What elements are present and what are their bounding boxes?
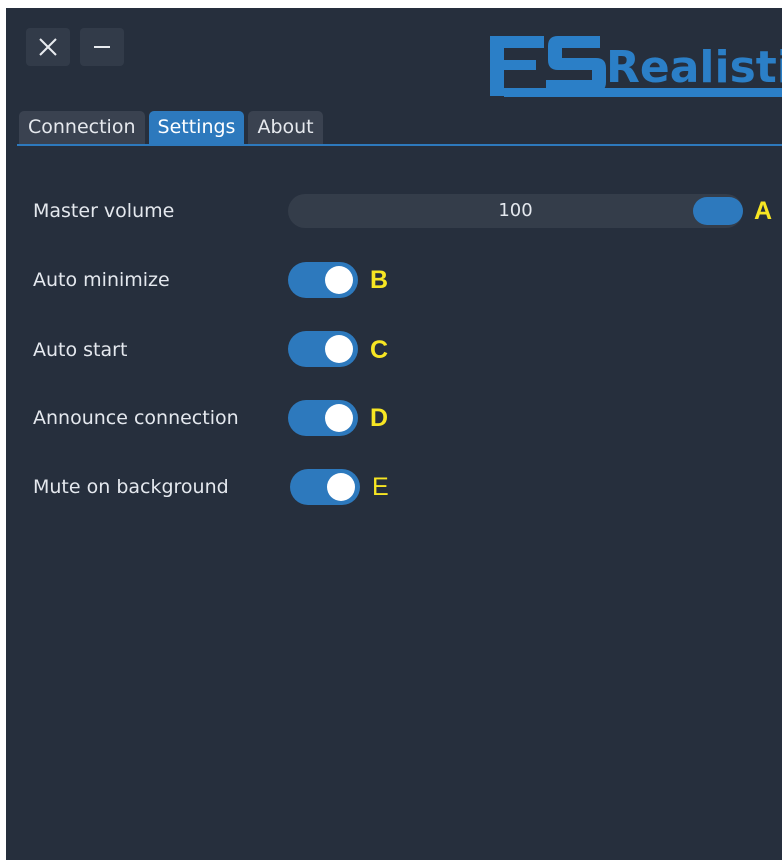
toggle-knob: [325, 266, 353, 294]
announce-connection-label: Announce connection: [33, 407, 239, 429]
toggle-knob: [325, 404, 353, 432]
toggle-knob: [327, 473, 355, 501]
tab-connection[interactable]: Connection: [19, 111, 145, 144]
auto-minimize-toggle[interactable]: [288, 262, 358, 298]
master-volume-slider[interactable]: 100: [288, 194, 743, 228]
tab-settings[interactable]: Settings: [148, 111, 245, 144]
annotation-d: D: [370, 404, 389, 432]
minimize-button[interactable]: [80, 28, 124, 66]
logo-text: Realistic: [606, 42, 782, 93]
minimize-icon: [94, 46, 110, 48]
fsrealistic-logo: Realistic: [488, 30, 782, 102]
master-volume-label: Master volume: [33, 200, 175, 222]
close-icon: [39, 38, 57, 56]
master-volume-slider-thumb[interactable]: [693, 197, 743, 225]
mute-on-background-label: Mute on background: [33, 476, 229, 498]
tab-underline: [17, 144, 782, 146]
annotation-b: B: [370, 266, 389, 294]
auto-minimize-label: Auto minimize: [33, 269, 170, 291]
tab-about[interactable]: About: [248, 111, 323, 144]
annotation-c: C: [370, 336, 389, 364]
auto-start-label: Auto start: [33, 339, 128, 361]
auto-start-toggle[interactable]: [288, 331, 358, 367]
fs-logo-mark: Realistic: [490, 36, 782, 97]
close-button[interactable]: [26, 28, 70, 66]
annotation-a: A: [754, 197, 773, 225]
announce-connection-toggle[interactable]: [288, 400, 358, 436]
master-volume-value: 100: [498, 200, 533, 221]
tab-bar: Connection Settings About: [19, 111, 327, 144]
mute-on-background-toggle[interactable]: [290, 469, 360, 505]
annotation-e: E: [372, 473, 389, 501]
settings-window: Realistic Connection Settings About Mast…: [6, 8, 782, 860]
toggle-knob: [325, 335, 353, 363]
